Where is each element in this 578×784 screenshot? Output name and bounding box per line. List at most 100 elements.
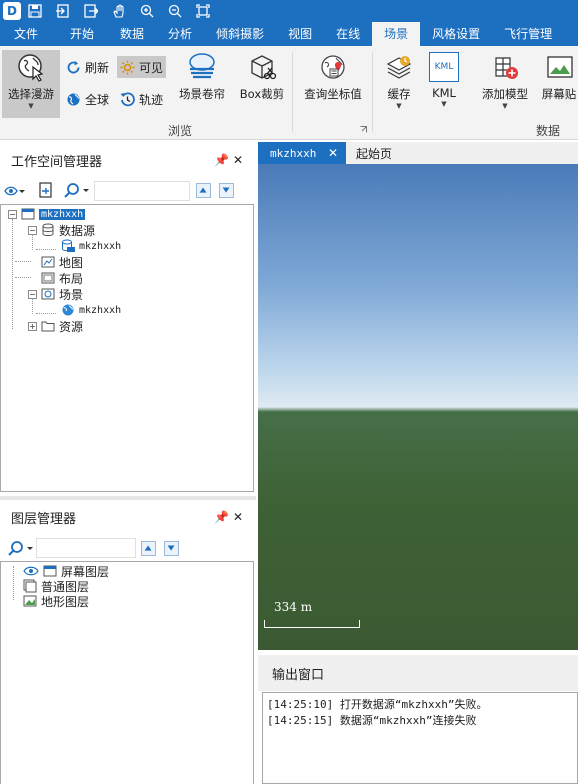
layers-search-input[interactable] bbox=[36, 538, 136, 558]
layers-title: 图层管理器 bbox=[11, 511, 77, 527]
tree-item-datasources[interactable]: 数据源 bbox=[41, 222, 95, 238]
output-log[interactable]: [14:25:10] 打开数据源“mkzhxxh”失败。 [14:25:15] … bbox=[262, 692, 578, 784]
scene-curtain-button[interactable]: 场景卷帘 bbox=[175, 50, 229, 118]
cache-button[interactable]: 缓存 ▼ bbox=[380, 50, 418, 118]
layer-label: 地形图层 bbox=[41, 594, 90, 609]
zoom-out-icon[interactable] bbox=[161, 0, 189, 22]
move-up-button[interactable] bbox=[141, 541, 156, 556]
track-label: 轨迹 bbox=[139, 92, 164, 107]
panel-splitter[interactable] bbox=[0, 496, 256, 500]
pan-hand-icon[interactable] bbox=[105, 0, 133, 22]
menu-start[interactable]: 开始 bbox=[58, 22, 108, 46]
tree-item-label: mkzhxxh bbox=[79, 240, 122, 252]
tree-item-label: mkzhxxh bbox=[79, 304, 122, 316]
query-coords-button[interactable]: 查询坐标值 bbox=[300, 50, 366, 118]
output-panel-header: 输出窗口 bbox=[258, 655, 578, 691]
browse-group-label: 浏览 bbox=[168, 124, 193, 138]
database-icon bbox=[42, 223, 54, 236]
tree-guide bbox=[12, 219, 13, 329]
collapse-toggle[interactable]: − bbox=[8, 210, 17, 219]
add-model-button[interactable]: 添加模型 ▼ bbox=[478, 50, 532, 118]
output-title: 输出窗口 bbox=[272, 667, 325, 683]
menu-flight-management[interactable]: 飞行管理 bbox=[492, 22, 564, 46]
menu-online[interactable]: 在线 bbox=[324, 22, 372, 46]
select-roam-button[interactable]: 选择漫游 ▼ bbox=[2, 50, 60, 118]
move-up-button[interactable] bbox=[196, 183, 211, 198]
close-icon[interactable]: ✕ bbox=[328, 146, 338, 160]
sun-icon bbox=[120, 60, 135, 74]
export-icon[interactable] bbox=[77, 0, 105, 22]
tree-item-layout[interactable]: 布局 bbox=[41, 270, 83, 286]
normal-layer-icon bbox=[23, 579, 37, 593]
collapse-toggle[interactable]: − bbox=[28, 290, 37, 299]
tree-item-label: 场景 bbox=[59, 287, 84, 302]
kml-label: KML bbox=[432, 86, 456, 100]
tab-scene-mkzhxxh[interactable]: mkzhxxh ✕ bbox=[258, 142, 346, 164]
workspace-search-input[interactable] bbox=[94, 181, 190, 201]
add-model-icon bbox=[495, 57, 518, 79]
workspace-tree: − mkzhxxh − 数据源 mkzhxxh 地图 布局 − 场景 mkzhx… bbox=[0, 204, 254, 492]
scene-curtain-label: 场景卷帘 bbox=[179, 87, 225, 101]
workspace-icon bbox=[21, 208, 35, 220]
close-icon[interactable]: ✕ bbox=[233, 510, 243, 524]
add-model-label: 添加模型 bbox=[482, 87, 528, 101]
close-icon[interactable]: ✕ bbox=[233, 153, 243, 167]
tree-item-resources[interactable]: 资源 bbox=[41, 318, 83, 334]
box-clip-button[interactable]: Box裁剪 bbox=[237, 50, 287, 118]
tree-guide bbox=[36, 249, 56, 250]
chevron-down-icon: ▼ bbox=[28, 102, 34, 110]
globe-pin-icon bbox=[321, 55, 345, 79]
tree-item-scene-mkzhxxh[interactable]: mkzhxxh bbox=[61, 302, 121, 318]
refresh-icon bbox=[67, 60, 80, 73]
import-icon[interactable] bbox=[49, 0, 77, 22]
pin-icon[interactable]: 📌 bbox=[214, 510, 229, 524]
tree-item-map[interactable]: 地图 bbox=[41, 254, 83, 270]
select-roam-label: 选择漫游 bbox=[8, 87, 54, 101]
menu-view[interactable]: 视图 bbox=[276, 22, 324, 46]
track-button[interactable]: 轨迹 bbox=[120, 88, 163, 110]
move-down-button[interactable] bbox=[219, 183, 234, 198]
terrain-layer-icon bbox=[23, 595, 37, 607]
tree-item-workspace[interactable]: mkzhxxh bbox=[21, 206, 86, 222]
screen-paste-button[interactable]: 屏幕贴 bbox=[538, 50, 578, 118]
menu-file[interactable]: 文件 bbox=[0, 22, 58, 46]
tree-item-scene[interactable]: 场景 bbox=[41, 286, 83, 302]
search-icon[interactable] bbox=[8, 540, 34, 557]
data-group-label: 数据 bbox=[536, 124, 561, 138]
visible-button[interactable]: 可见 bbox=[117, 56, 167, 78]
3d-scene-view[interactable]: 334 m bbox=[258, 164, 578, 650]
menu-analysis[interactable]: 分析 bbox=[156, 22, 204, 46]
refresh-label: 刷新 bbox=[85, 60, 110, 75]
workspace-view-icon[interactable] bbox=[4, 183, 26, 199]
chevron-down-icon: ▼ bbox=[396, 102, 402, 110]
log-line: [14:25:15] 数据源“mkzhxxh”连接失败 bbox=[267, 714, 477, 727]
ribbon-separator bbox=[292, 52, 293, 132]
open-file-icon[interactable] bbox=[38, 182, 54, 199]
zoom-in-icon[interactable] bbox=[133, 0, 161, 22]
visible-label: 可见 bbox=[139, 60, 164, 75]
menu-scene[interactable]: 场景 bbox=[372, 22, 421, 46]
query-coords-label: 查询坐标值 bbox=[304, 87, 362, 101]
full-extent-icon[interactable] bbox=[189, 0, 217, 22]
expand-toggle[interactable]: + bbox=[28, 322, 37, 331]
globe-button[interactable]: 全球 bbox=[66, 88, 109, 110]
dialog-launcher-icon[interactable] bbox=[360, 126, 367, 133]
move-down-button[interactable] bbox=[164, 541, 179, 556]
menu-style-settings[interactable]: 风格设置 bbox=[420, 22, 492, 46]
menu-oblique-photography[interactable]: 倾斜摄影 bbox=[204, 22, 276, 46]
collapse-toggle[interactable]: − bbox=[28, 226, 37, 235]
tree-item-label: 数据源 bbox=[59, 223, 96, 238]
tree-item-datasource-mkzhxxh[interactable]: mkzhxxh bbox=[61, 238, 121, 254]
save-icon[interactable] bbox=[21, 0, 49, 22]
screen-paste-label: 屏幕贴 bbox=[541, 87, 577, 101]
tree-item-label: 布局 bbox=[59, 271, 84, 286]
tab-start-page[interactable]: 起始页 bbox=[356, 142, 392, 164]
search-icon[interactable] bbox=[64, 182, 90, 199]
menu-data[interactable]: 数据 bbox=[108, 22, 156, 46]
pin-icon[interactable]: 📌 bbox=[214, 153, 229, 167]
globe-icon bbox=[62, 304, 74, 316]
layer-item-terrain[interactable]: 地形图层 bbox=[23, 593, 89, 609]
eye-icon[interactable] bbox=[23, 564, 39, 578]
kml-button[interactable]: KML KML ▼ bbox=[426, 50, 462, 118]
refresh-button[interactable]: 刷新 bbox=[66, 56, 109, 78]
